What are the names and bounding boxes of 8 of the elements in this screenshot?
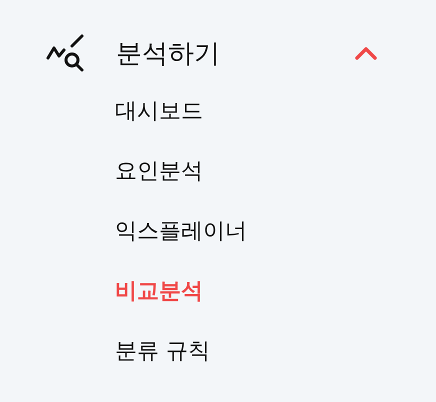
chevron-icon xyxy=(354,46,378,60)
menu-item[interactable]: 대시보드 xyxy=(115,81,203,141)
section-title[interactable]: 분석하기 xyxy=(116,36,354,70)
menu-item[interactable]: 익스플레이너 xyxy=(115,201,247,261)
collapse-toggle[interactable] xyxy=(354,46,378,60)
menu-item[interactable]: 분류 규칙 xyxy=(115,321,210,381)
menu-item[interactable]: 요인분석 xyxy=(115,141,203,201)
chart-search-icon xyxy=(46,34,86,72)
